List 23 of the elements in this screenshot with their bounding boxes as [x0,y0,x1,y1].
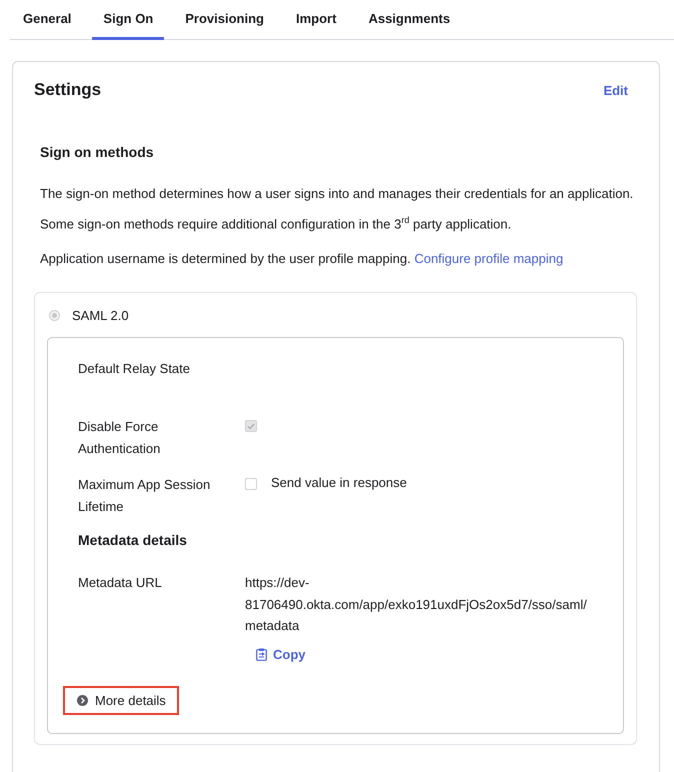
description: The sign-on method determines how a user signs into and manages their credentials for an application. Some sign-on methods require additional configuration in the 3$^{rd}$ party application. [40,185,634,234]
field-label: Maximum App Session Lifetime [78,476,212,516]
username-note: Application username is determined by the user profile mapping. Configure profile mapping [40,250,564,268]
card-title: Settings [34,80,102,100]
field-label: Metadata URL [78,574,163,592]
tab[interactable]: Provisioning [174,0,275,40]
metadata-url: https://dev-81706490.okta.com/app/exko191uxdFjOs2ox5d7/sso/saml/metadata [245,574,588,636]
edit-link[interactable]: Edit [603,82,628,98]
metadata-title: Metadata details [78,532,188,548]
tab[interactable]: Assignments [357,0,462,40]
more-details-toggle[interactable]: More details [63,686,179,715]
checkbox-label: Send value in response [271,474,407,492]
tab[interactable]: Sign On [92,0,164,40]
configure-profile-mapping-link[interactable]: Configure profile mapping [414,251,564,266]
copy-button[interactable]: Copy [245,640,306,666]
field-label: Disable Force Authentication [78,418,162,458]
field-label: Default Relay State [78,360,192,378]
chevron-circle-icon [77,694,88,706]
section-title: Sign on methods [40,144,155,160]
tab[interactable]: General [12,0,82,40]
method-label: SAML 2.0 [72,308,129,323]
tab[interactable]: Import [285,0,348,40]
clipboard-icon [256,648,267,662]
